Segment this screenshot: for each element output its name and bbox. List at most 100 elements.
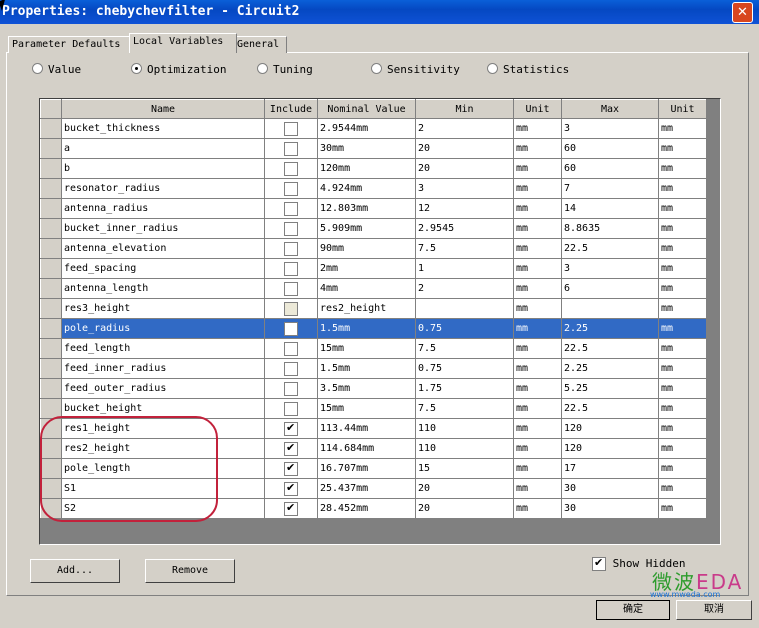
cell-min[interactable]: 7.5 <box>415 398 514 419</box>
checkbox-checked-icon[interactable] <box>284 441 298 456</box>
cell-unit1[interactable]: mm <box>513 438 562 459</box>
row-selector[interactable] <box>40 238 62 259</box>
cell-unit1[interactable]: mm <box>513 478 562 499</box>
cell-max[interactable]: 17 <box>561 458 659 479</box>
cell-name[interactable]: feed_inner_radius <box>61 358 265 379</box>
cell-max[interactable]: 7 <box>561 178 659 199</box>
cell-nominal[interactable]: 15mm <box>317 338 416 359</box>
cell-nominal[interactable]: 113.44mm <box>317 418 416 439</box>
column-header-unit[interactable]: Unit <box>513 99 562 119</box>
cell-name[interactable]: resonator_radius <box>61 178 265 199</box>
cell-max[interactable]: 6 <box>561 278 659 299</box>
cell-unit1[interactable]: mm <box>513 398 562 419</box>
include-cell[interactable] <box>264 318 318 339</box>
cell-nominal[interactable]: res2_height <box>317 298 416 319</box>
cell-name[interactable]: antenna_elevation <box>61 238 265 259</box>
row-selector[interactable] <box>40 298 62 319</box>
include-cell[interactable] <box>264 158 318 179</box>
cell-name[interactable]: antenna_radius <box>61 198 265 219</box>
cell-min[interactable]: 7.5 <box>415 238 514 259</box>
cell-max[interactable]: 22.5 <box>561 238 659 259</box>
include-cell[interactable] <box>264 398 318 419</box>
include-cell[interactable] <box>264 438 318 459</box>
cell-nominal[interactable]: 90mm <box>317 238 416 259</box>
cell-max[interactable]: 22.5 <box>561 398 659 419</box>
checkbox-icon[interactable] <box>284 221 298 236</box>
checkbox-icon[interactable] <box>284 281 298 296</box>
cell-min[interactable]: 20 <box>415 478 514 499</box>
row-selector[interactable] <box>40 218 62 239</box>
include-cell[interactable] <box>264 498 318 519</box>
include-cell[interactable] <box>264 278 318 299</box>
checkbox-checked-icon[interactable] <box>284 481 298 496</box>
cell-unit1[interactable]: mm <box>513 338 562 359</box>
checkbox-icon[interactable] <box>284 341 298 356</box>
cell-max[interactable]: 60 <box>561 138 659 159</box>
checkbox-checked-icon[interactable] <box>284 421 298 436</box>
cell-max[interactable]: 8.8635 <box>561 218 659 239</box>
cell-min[interactable]: 3 <box>415 178 514 199</box>
cell-min[interactable]: 12 <box>415 198 514 219</box>
table-row[interactable]: res3_height res2_height mm mm <box>40 298 707 319</box>
include-cell[interactable] <box>264 198 318 219</box>
cell-max[interactable]: 120 <box>561 438 659 459</box>
cell-name[interactable]: bucket_thickness <box>61 118 265 139</box>
cell-unit2[interactable]: mm <box>658 318 707 339</box>
cell-unit1[interactable]: mm <box>513 298 562 319</box>
cell-max[interactable]: 2.25 <box>561 318 659 339</box>
cell-name[interactable]: feed_spacing <box>61 258 265 279</box>
include-cell[interactable] <box>264 238 318 259</box>
cell-max[interactable]: 3 <box>561 258 659 279</box>
cell-unit2[interactable]: mm <box>658 118 707 139</box>
cell-nominal[interactable]: 2.9544mm <box>317 118 416 139</box>
table-row[interactable]: a 30mm 20 mm 60 mm <box>40 138 707 159</box>
checkbox-checked-icon[interactable] <box>284 501 298 516</box>
row-selector[interactable] <box>40 258 62 279</box>
cell-unit1[interactable]: mm <box>513 358 562 379</box>
cell-name[interactable]: a <box>61 138 265 159</box>
cell-unit2[interactable]: mm <box>658 238 707 259</box>
cell-unit1[interactable]: mm <box>513 498 562 519</box>
cell-unit2[interactable]: mm <box>658 298 707 319</box>
table-row[interactable]: bucket_thickness 2.9544mm 2 mm 3 mm <box>40 118 707 139</box>
cell-min[interactable]: 20 <box>415 158 514 179</box>
tab-parameter-defaults[interactable]: Parameter Defaults <box>8 36 131 53</box>
checkbox-icon[interactable] <box>284 241 298 256</box>
cell-unit1[interactable]: mm <box>513 238 562 259</box>
checkbox-icon[interactable] <box>284 401 298 416</box>
row-selector[interactable] <box>40 158 62 179</box>
checkbox-icon[interactable] <box>284 121 298 136</box>
include-cell[interactable] <box>264 218 318 239</box>
radio-value[interactable]: Value <box>32 63 81 77</box>
include-cell[interactable] <box>264 478 318 499</box>
cell-unit1[interactable]: mm <box>513 258 562 279</box>
include-cell[interactable] <box>264 358 318 379</box>
cell-max[interactable]: 30 <box>561 478 659 499</box>
column-header-include[interactable]: Include <box>264 99 318 119</box>
cell-min[interactable]: 110 <box>415 438 514 459</box>
cell-nominal[interactable]: 5.909mm <box>317 218 416 239</box>
cell-unit2[interactable]: mm <box>658 458 707 479</box>
cell-unit1[interactable]: mm <box>513 118 562 139</box>
cell-unit2[interactable]: mm <box>658 358 707 379</box>
cell-min[interactable]: 15 <box>415 458 514 479</box>
cell-max[interactable] <box>561 298 659 319</box>
row-selector[interactable] <box>40 338 62 359</box>
include-cell[interactable] <box>264 118 318 139</box>
checkbox-icon[interactable] <box>284 261 298 276</box>
cell-nominal[interactable]: 120mm <box>317 158 416 179</box>
row-selector[interactable] <box>40 358 62 379</box>
column-header-unit[interactable]: Unit <box>658 99 707 119</box>
cell-min[interactable] <box>415 298 514 319</box>
cell-unit2[interactable]: mm <box>658 398 707 419</box>
cell-max[interactable]: 14 <box>561 198 659 219</box>
cell-nominal[interactable]: 28.452mm <box>317 498 416 519</box>
column-header-max[interactable]: Max <box>561 99 659 119</box>
cell-nominal[interactable]: 3.5mm <box>317 378 416 399</box>
cancel-button[interactable]: 取消 <box>676 600 752 620</box>
cell-nominal[interactable]: 2mm <box>317 258 416 279</box>
cell-unit1[interactable]: mm <box>513 278 562 299</box>
cell-nominal[interactable]: 4.924mm <box>317 178 416 199</box>
radio-sensitivity[interactable]: Sensitivity <box>371 63 460 77</box>
cell-nominal[interactable]: 1.5mm <box>317 358 416 379</box>
